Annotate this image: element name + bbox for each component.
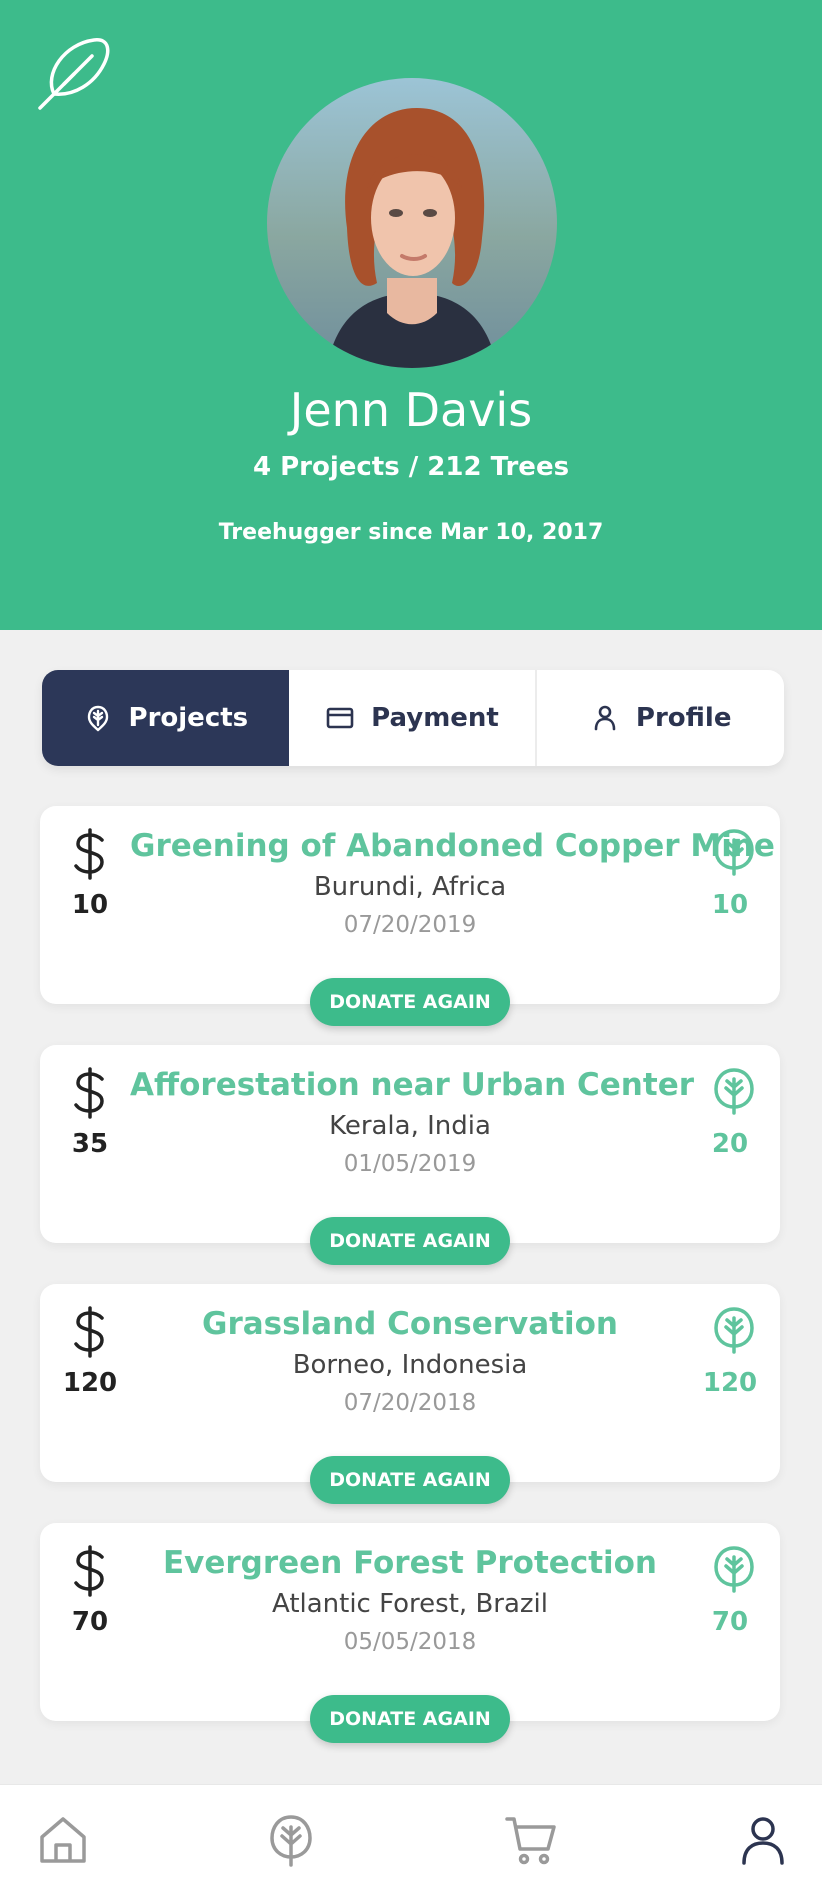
donation-amount: 35 — [71, 1129, 109, 1159]
dollar-icon — [74, 1306, 104, 1358]
tab-bar: Projects Payment Profile — [42, 670, 784, 766]
project-card[interactable]: 120 Grassland Conservation Borneo, Indon… — [40, 1284, 780, 1504]
project-location: Borneo, Indonesia — [292, 1350, 528, 1380]
user-stats: 4 Projects / 212 Trees — [252, 452, 570, 482]
tab-profile[interactable]: Profile — [537, 670, 784, 766]
tree-count: 70 — [711, 1607, 749, 1637]
tab-profile-label: Profile — [635, 703, 732, 733]
project-title: Grassland Conservation — [202, 1306, 618, 1342]
tab-projects-label: Projects — [128, 703, 249, 733]
project-date: 07/20/2018 — [343, 1390, 477, 1416]
donate-again-button[interactable]: DONATE AGAIN — [310, 1695, 510, 1743]
project-card[interactable]: 35 Afforestation near Urban Center Keral… — [40, 1045, 780, 1265]
project-date: 01/05/2019 — [343, 1151, 477, 1177]
profile-header: Jenn Davis 4 Projects / 212 Trees Treehu… — [0, 0, 822, 630]
dollar-icon — [74, 1067, 104, 1119]
tree-count: 120 — [702, 1368, 758, 1398]
donation-amount: 70 — [71, 1607, 109, 1637]
tab-payment[interactable]: Payment — [289, 670, 538, 766]
leaf-icon — [714, 829, 754, 876]
dollar-icon — [74, 828, 104, 880]
leaf-icon — [714, 1307, 754, 1354]
project-location: Kerala, India — [329, 1111, 491, 1141]
nav-profile[interactable] — [736, 1813, 790, 1867]
nav-home[interactable] — [36, 1813, 90, 1867]
user-name: Jenn Davis — [289, 383, 533, 437]
feather-icon[interactable] — [34, 34, 114, 114]
nav-projects[interactable] — [264, 1813, 318, 1867]
leaf-icon — [714, 1546, 754, 1593]
avatar — [267, 78, 557, 368]
home-icon — [40, 1817, 86, 1863]
project-date: 05/05/2018 — [343, 1629, 477, 1655]
project-title: Evergreen Forest Protection — [162, 1545, 658, 1581]
donate-again-button[interactable]: DONATE AGAIN — [310, 978, 510, 1026]
tree-count: 10 — [711, 890, 749, 920]
project-location: Atlantic Forest, Brazil — [271, 1589, 548, 1619]
member-since: Treehugger since Mar 10, 2017 — [218, 520, 604, 545]
leaf-icon — [270, 1815, 312, 1867]
project-card[interactable]: 10 Greening of Abandoned Copper Mine Bur… — [40, 806, 780, 1026]
project-title: Afforestation near Urban Center — [130, 1067, 695, 1103]
donate-again-button[interactable]: DONATE AGAIN — [310, 1456, 510, 1504]
project-title: Greening of Abandoned Copper Mine — [130, 828, 775, 864]
project-card[interactable]: 70 Evergreen Forest Protection Atlantic … — [40, 1523, 780, 1743]
dollar-icon — [74, 1545, 104, 1597]
cart-icon — [505, 1817, 556, 1865]
donation-amount: 120 — [62, 1368, 118, 1398]
tree-count: 20 — [711, 1129, 749, 1159]
tab-payment-label: Payment — [371, 703, 499, 733]
user-icon — [742, 1817, 784, 1865]
leaf-icon — [714, 1068, 754, 1115]
bottom-nav — [0, 1784, 822, 1892]
user-icon — [594, 705, 616, 731]
project-date: 07/20/2019 — [343, 912, 477, 938]
tab-projects[interactable]: Projects — [42, 670, 289, 766]
nav-cart[interactable] — [504, 1813, 558, 1867]
donate-again-button[interactable]: DONATE AGAIN — [310, 1217, 510, 1265]
project-location: Burundi, Africa — [313, 872, 507, 902]
credit-card-icon — [326, 707, 354, 729]
donation-amount: 10 — [71, 890, 109, 920]
leaf-pin-icon — [87, 705, 108, 732]
